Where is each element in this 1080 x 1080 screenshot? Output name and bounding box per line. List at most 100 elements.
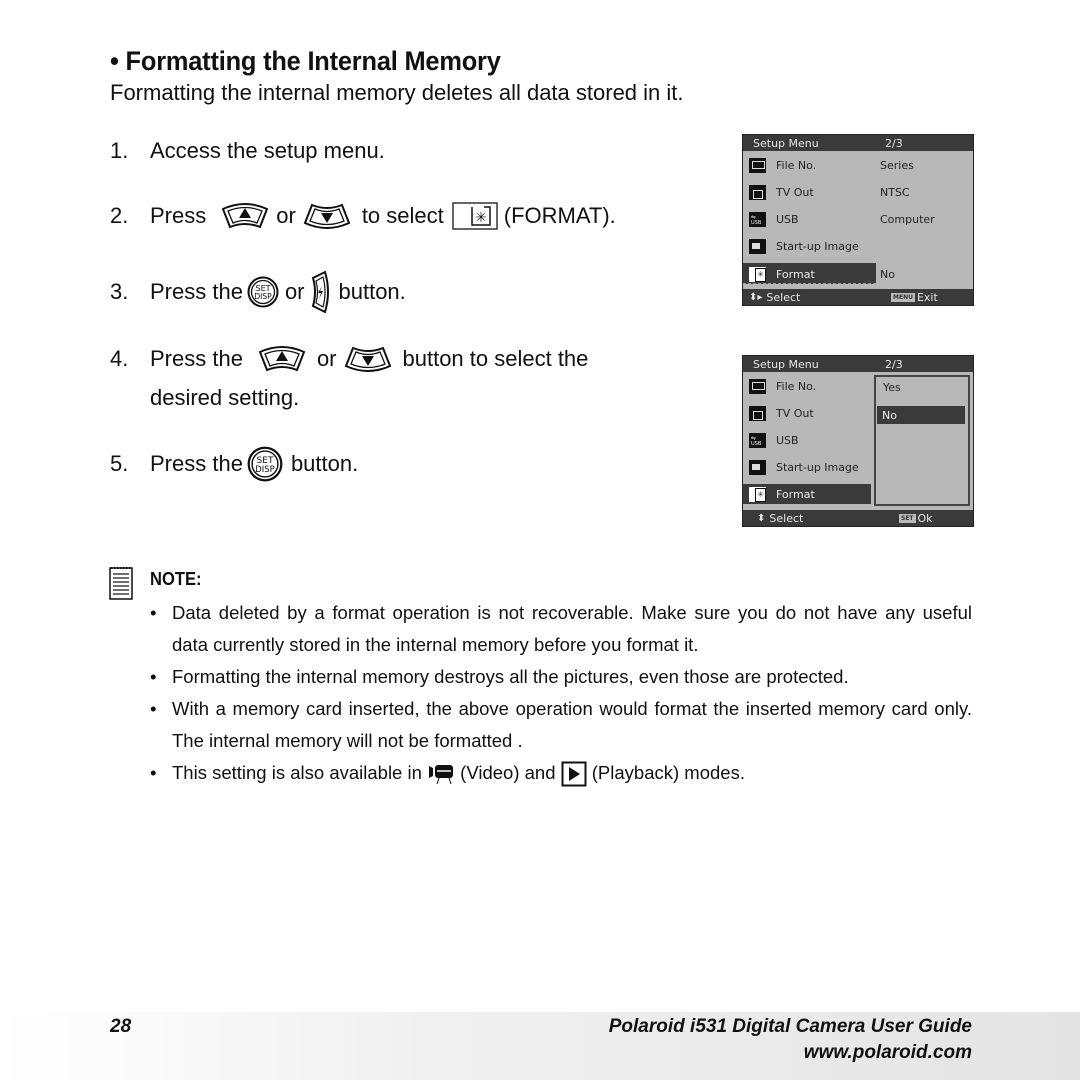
menu-item-usb[interactable]: ⇋ USB USB [743,429,873,451]
step-text-or: or [316,346,337,371]
menu-item-label: Format [776,487,815,501]
set-disp-button-icon: SET DISP [247,276,279,308]
startup-image-icon [749,238,766,254]
menu-item-label: Start-up Image [776,460,859,474]
menu-item-value: Computer [880,212,935,226]
step-text-button: button. [338,279,406,304]
menu-item-value: Series [880,158,914,172]
step-text-desired: desired setting. [150,385,300,410]
step-text-or: or [276,203,296,228]
usb-icon: ⇋ USB [749,432,766,448]
step-5: 5. Press the SET DISP button. [110,446,358,482]
step-text-press-the: Press the [150,346,243,371]
step-text-press: Press [150,203,207,228]
footer-ok-label: Ok [917,511,933,525]
menu-item-value: NTSC [880,185,910,199]
menu-item-label: USB [776,433,799,447]
menu-item-label: Start-up Image [776,239,859,253]
up-button-icon [221,203,269,229]
note-bullet: Data deleted by a format operation is no… [150,597,972,661]
page-footer: 28 Polaroid i531 Digital Camera User Gui… [0,1012,1080,1080]
note-bullets: Data deleted by a format operation is no… [150,597,972,789]
option-no-selected[interactable]: No [877,406,965,424]
step-number: 3. [110,279,129,304]
footer-select-label: Select [766,290,801,304]
flash-right-button-icon [311,270,329,314]
menu-item-label: TV Out [776,185,814,199]
screen-footer: ⬍ Select SET Ok [743,510,973,526]
step-text-press-the: Press the [150,451,243,476]
step-text-select: button to select the [402,346,589,371]
menu-item-label: USB [776,212,799,226]
screen-title: Setup Menu [753,357,819,371]
up-button-icon [258,346,306,372]
menu-list: File No. Series TV Out NTSC ⇋ USB USB Com… [743,151,973,289]
menu-item-format[interactable]: ✳ Format No [743,263,973,285]
step-number: 1. [110,138,129,163]
set-disp-button-icon: SET DISP [247,446,283,482]
step-2: 2. Press or to select ✳ (FORMAT). [110,200,616,232]
note-label: NOTE: [150,569,202,589]
playback-mode-icon [561,761,587,787]
step-text-to-select: to select [361,203,444,228]
menu-item-format[interactable]: ✳ Format [743,484,871,504]
option-yes[interactable]: Yes [879,378,965,396]
step-text: Access the setup menu. [150,138,385,163]
svg-text:✳: ✳ [475,210,487,226]
step-1: 1. Access the setup menu. [110,138,385,164]
usb-icon: ⇋ USB [749,211,766,227]
bullet-text: (Playback) modes. [591,762,745,783]
bullet-text: (Video) and [460,762,556,783]
step-3: 3. Press the SET DISP or button. [110,270,406,314]
menu-item-startup-image[interactable]: Start-up Image [743,235,973,257]
step-text-or: or [284,279,305,304]
note-bullet: Formatting the internal memory destroys … [150,661,972,693]
menu-item-file-no[interactable]: File No. [743,375,873,397]
file-number-icon [749,157,766,173]
menu-list: File No. TV Out ⇋ USB USB Start-up Image … [743,372,973,510]
note-bullet: With a memory card inserted, the above o… [150,693,972,757]
down-button-icon [344,346,391,372]
note-bullet-modes: This setting is also available in (Video… [150,757,972,789]
website-url: www.polaroid.com [803,1042,972,1063]
step-4: 4. Press the or button to select the [110,343,588,375]
step-number: 4. [110,346,129,371]
step-number: 2. [110,203,129,228]
menu-key-badge: MENU [891,292,915,302]
screen-title: Setup Menu [753,136,819,150]
format-icon: ✳ [749,486,766,502]
menu-item-label: Format [776,267,815,281]
down-button-icon [303,203,351,229]
menu-item-value: No [880,267,895,281]
camera-screen-setup-menu: Setup Menu 2/3 File No. Series TV Out NT… [742,134,974,306]
step-text-button: button. [290,451,359,476]
step-4-line2: desired setting. [150,385,299,411]
footer-exit-label: Exit [916,290,938,304]
file-number-icon [749,378,766,394]
option-label: Yes [883,380,901,394]
step-number: 5. [110,451,129,476]
menu-item-usb[interactable]: ⇋ USB USB Computer [743,208,973,230]
menu-item-file-no[interactable]: File No. Series [743,154,973,176]
section-title: • Formatting the Internal Memory [110,46,501,76]
bullet-text: This setting is also available in [172,762,422,783]
step-text-format: (FORMAT). [503,203,616,228]
screen-header: Setup Menu 2/3 [743,135,973,151]
menu-item-tv-out[interactable]: TV Out NTSC [743,181,973,203]
format-icon: ✳ [452,202,498,230]
menu-item-startup-image[interactable]: Start-up Image [743,456,873,478]
screen-header: Setup Menu 2/3 [743,356,973,372]
set-key-badge: SET [899,513,916,523]
video-mode-icon [429,765,454,785]
svg-text:DISP: DISP [255,464,274,474]
tv-icon [749,405,766,421]
menu-item-label: File No. [776,379,817,393]
menu-item-tv-out[interactable]: TV Out [743,402,873,424]
section-intro: Formatting the internal memory deletes a… [110,80,684,105]
select-arrows-icon: ⬍ [757,512,766,524]
screen-page: 2/3 [885,357,903,371]
select-arrows-icon: ⬍▸ [749,291,763,303]
step-text-press-the: Press the [150,279,243,304]
camera-screen-format-options: Setup Menu 2/3 File No. TV Out ⇋ USB USB … [742,355,974,527]
svg-text:DISP: DISP [254,292,272,301]
